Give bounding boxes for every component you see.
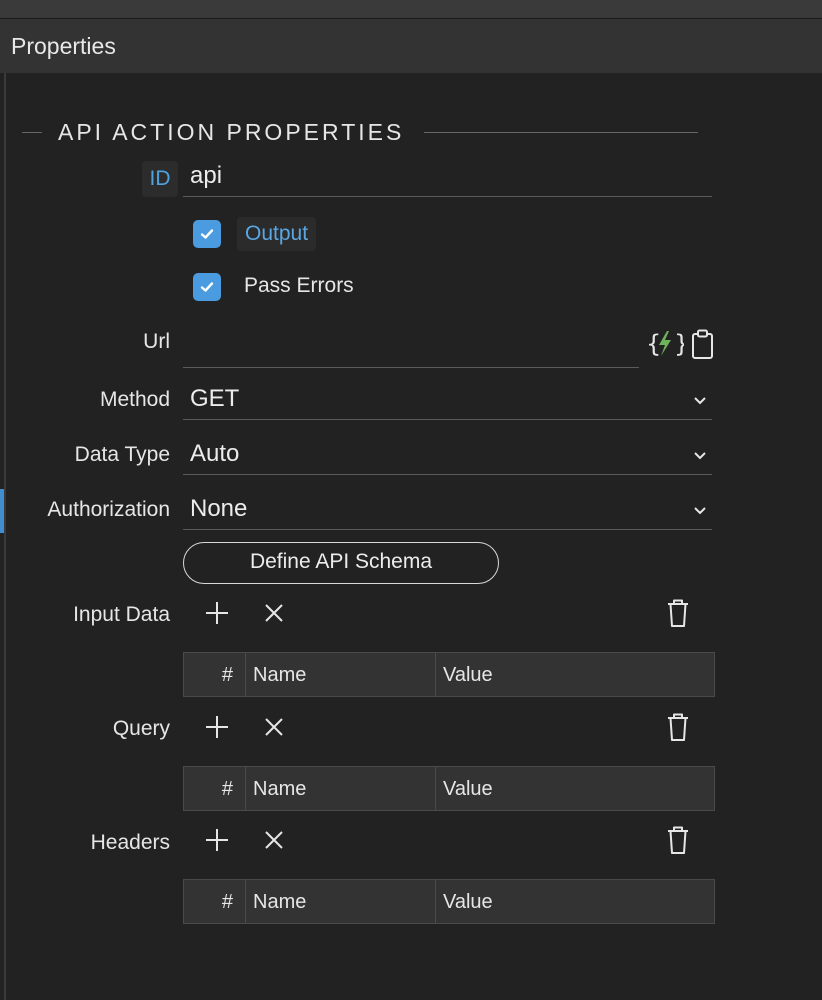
checkmark-icon bbox=[200, 229, 214, 239]
dynamic-data-icon[interactable]: { } bbox=[646, 328, 684, 358]
svg-text:}: } bbox=[674, 330, 684, 358]
close-icon[interactable] bbox=[260, 599, 288, 627]
pass-errors-label[interactable]: Pass Errors bbox=[244, 274, 354, 298]
data-type-label: Data Type bbox=[74, 443, 170, 466]
clipboard-icon[interactable] bbox=[690, 328, 716, 360]
checkmark-icon bbox=[200, 282, 214, 292]
column-header-value[interactable]: Value bbox=[436, 880, 714, 923]
column-header-name[interactable]: Name bbox=[246, 767, 436, 810]
close-icon[interactable] bbox=[260, 826, 288, 854]
left-divider bbox=[4, 73, 6, 1000]
column-header-name[interactable]: Name bbox=[246, 880, 436, 923]
column-header-index: # bbox=[184, 880, 246, 923]
authorization-value: None bbox=[190, 495, 248, 522]
trash-icon[interactable] bbox=[664, 824, 692, 856]
input-data-label: Input Data bbox=[73, 603, 170, 626]
output-label[interactable]: Output bbox=[237, 217, 317, 251]
define-api-schema-button[interactable]: Define API Schema bbox=[183, 542, 499, 584]
section-title: API ACTION PROPERTIES bbox=[58, 118, 405, 145]
trash-icon[interactable] bbox=[664, 597, 692, 629]
data-type-select[interactable]: Auto bbox=[183, 439, 712, 475]
headers-grid-header: # Name Value bbox=[183, 879, 715, 924]
id-field[interactable]: api bbox=[183, 161, 712, 197]
top-bar bbox=[0, 0, 822, 19]
plus-icon[interactable] bbox=[203, 826, 231, 854]
svg-text:{: { bbox=[646, 330, 661, 358]
url-input[interactable] bbox=[183, 332, 639, 368]
query-label: Query bbox=[112, 717, 170, 740]
column-header-value[interactable]: Value bbox=[436, 653, 714, 696]
id-label: ID bbox=[142, 161, 178, 197]
column-header-index: # bbox=[184, 767, 246, 810]
column-header-value[interactable]: Value bbox=[436, 767, 714, 810]
properties-header: Properties bbox=[0, 19, 822, 73]
panel-title: Properties bbox=[11, 32, 116, 59]
pass-errors-checkbox[interactable] bbox=[193, 273, 221, 301]
plus-icon[interactable] bbox=[203, 599, 231, 627]
chevron-down-icon bbox=[694, 397, 706, 405]
authorization-select[interactable]: None bbox=[183, 494, 712, 530]
section-rule-left bbox=[22, 131, 42, 133]
plus-icon[interactable] bbox=[203, 713, 231, 741]
section-rule-right bbox=[424, 131, 698, 133]
properties-panel: API ACTION PROPERTIES ID api Output Pass… bbox=[0, 73, 822, 1000]
authorization-label: Authorization bbox=[47, 498, 170, 521]
query-grid-header: # Name Value bbox=[183, 766, 715, 811]
chevron-down-icon bbox=[694, 452, 706, 460]
column-header-index: # bbox=[184, 653, 246, 696]
data-type-value: Auto bbox=[190, 440, 240, 467]
method-label: Method bbox=[99, 388, 170, 411]
trash-icon[interactable] bbox=[664, 711, 692, 743]
input-data-grid-header: # Name Value bbox=[183, 652, 715, 697]
method-select[interactable]: GET bbox=[183, 384, 712, 420]
section-header: API ACTION PROPERTIES bbox=[22, 117, 698, 147]
close-icon[interactable] bbox=[260, 713, 288, 741]
url-label: Url bbox=[143, 330, 170, 353]
output-checkbox[interactable] bbox=[193, 220, 221, 248]
headers-label: Headers bbox=[90, 831, 170, 854]
resize-handle[interactable] bbox=[0, 489, 4, 533]
url-actions: { } bbox=[646, 328, 716, 360]
column-header-name[interactable]: Name bbox=[246, 653, 436, 696]
method-value: GET bbox=[190, 385, 240, 412]
chevron-down-icon bbox=[694, 507, 706, 515]
